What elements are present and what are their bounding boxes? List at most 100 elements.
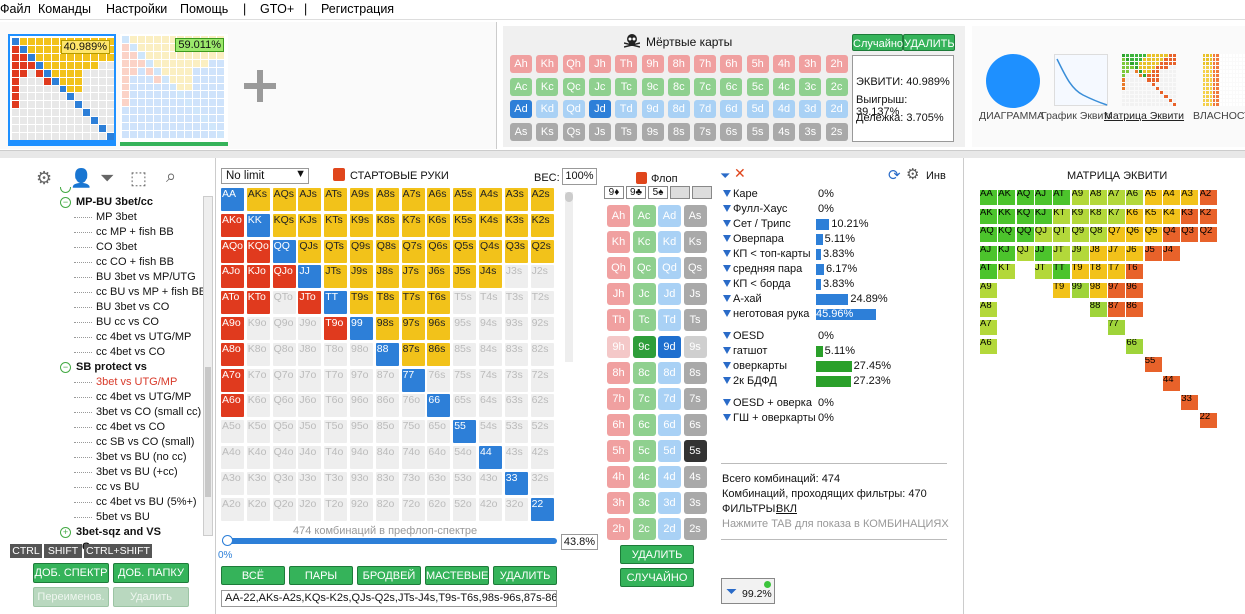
dead-card-5c[interactable]: 5c: [746, 77, 769, 96]
matrix-cell[interactable]: J9: [1071, 245, 1089, 261]
tree-item[interactable]: cc vs BU: [96, 481, 139, 493]
matrix-cell[interactable]: T9: [1053, 283, 1071, 298]
hand-cell-A7s[interactable]: A7s: [401, 188, 425, 211]
matrix-cell[interactable]: J8: [1089, 245, 1107, 261]
hand-cell-32s[interactable]: 32s: [530, 471, 554, 495]
hand-cell-Q2s[interactable]: Q2s: [530, 239, 554, 263]
flop-card-Ah[interactable]: Ah: [607, 205, 630, 227]
hand-cell-K6o[interactable]: K6o: [246, 394, 270, 418]
dead-card-Ts[interactable]: Ts: [615, 122, 638, 141]
hand-cell-ATs[interactable]: ATs: [324, 188, 348, 211]
hands-button-1[interactable]: ПАРЫ: [289, 566, 353, 585]
stat-filter-icon[interactable]: [723, 190, 731, 197]
hand-cell-42s[interactable]: 42s: [530, 446, 554, 469]
hand-cell-92o[interactable]: 92o: [350, 497, 373, 521]
hand-cell-KK[interactable]: KK: [246, 213, 270, 237]
tree-item[interactable]: cc CO + fish BB: [96, 256, 174, 268]
matrix-cell[interactable]: 98: [1089, 283, 1107, 298]
hand-cell-T7o[interactable]: T7o: [324, 368, 348, 392]
matrix-cell[interactable]: 86: [1126, 301, 1144, 317]
dead-card-6s[interactable]: 6s: [720, 122, 743, 141]
stat-label[interactable]: оверкарты: [733, 360, 787, 372]
matrix-cell[interactable]: AK: [998, 190, 1016, 205]
expand-icon[interactable]: −: [60, 362, 71, 373]
stat-label[interactable]: Каре: [733, 188, 758, 200]
flop-delete-button[interactable]: УДАЛИТЬ: [620, 545, 694, 564]
hand-cell-AA[interactable]: AA: [221, 188, 244, 211]
hand-cell-73s[interactable]: 73s: [504, 368, 528, 392]
dead-card-3c[interactable]: 3c: [799, 77, 822, 96]
rename-button[interactable]: Переименов.: [33, 587, 109, 607]
menu-item-5[interactable]: GTO+: [260, 2, 294, 16]
hand-cell-Q8o[interactable]: Q8o: [272, 342, 296, 366]
flop-card-7d[interactable]: 7d: [658, 387, 681, 410]
flop-card-3d[interactable]: 3d: [658, 492, 681, 515]
flop-card-2h[interactable]: 2h: [607, 518, 630, 541]
hand-cell-94o[interactable]: 94o: [350, 446, 373, 469]
dead-card-2h[interactable]: 2h: [825, 55, 848, 73]
hand-cell-T9o[interactable]: T9o: [324, 317, 348, 340]
hand-cell-52o[interactable]: 52o: [453, 497, 477, 521]
tree-item[interactable]: cc 4bet vs BU (5%+): [96, 496, 197, 508]
hand-cell-ATo[interactable]: ATo: [221, 291, 244, 315]
stat-filter-icon[interactable]: [723, 205, 731, 212]
hands-button-0[interactable]: ВСЁ: [221, 566, 285, 585]
hand-cell-Q2o[interactable]: Q2o: [272, 497, 296, 521]
equity-matrix-icon[interactable]: [1122, 54, 1176, 106]
matrix-cell[interactable]: J6: [1126, 245, 1144, 261]
matrix-cell[interactable]: 44: [1163, 376, 1180, 391]
hand-cell-A4o[interactable]: A4o: [221, 446, 244, 469]
flop-card-Jc[interactable]: Jc: [632, 283, 656, 306]
hand-cell-AKs[interactable]: AKs: [246, 188, 270, 211]
dead-card-Ac[interactable]: Ac: [510, 77, 532, 96]
flop-card-9c[interactable]: 9c: [632, 335, 656, 358]
flop-card-Kd[interactable]: Kd: [658, 231, 681, 254]
range-slider[interactable]: [222, 535, 557, 546]
matrix-cell[interactable]: A9: [980, 283, 997, 298]
filter-icon[interactable]: ⏷: [100, 168, 114, 189]
dead-card-8c[interactable]: 8c: [667, 77, 690, 96]
matrix-cell[interactable]: 66: [1126, 338, 1144, 354]
hand-cell-72s[interactable]: 72s: [530, 368, 554, 392]
hand-cell-82o[interactable]: 82o: [375, 497, 399, 521]
matrix-cell[interactable]: 33: [1181, 394, 1199, 410]
matrix-cell[interactable]: 99: [1071, 283, 1089, 298]
add-range-button[interactable]: ДОБ. СПЕКТР: [33, 563, 109, 583]
tree-item[interactable]: cc MP + fish BB: [96, 226, 174, 238]
stat-filter-icon[interactable]: [723, 362, 731, 369]
user-icon[interactable]: 👤: [70, 168, 92, 189]
hand-cell-87o[interactable]: 87o: [375, 368, 399, 392]
dead-card-7d[interactable]: 7d: [694, 100, 717, 118]
matrix-cell[interactable]: 77: [1108, 320, 1126, 336]
dead-card-8d[interactable]: 8d: [667, 100, 690, 118]
hand-cell-64s[interactable]: 64s: [479, 394, 502, 418]
stat-label[interactable]: Оверпара: [733, 233, 784, 245]
hand-cell-JTs[interactable]: JTs: [324, 265, 348, 289]
hand-cell-97s[interactable]: 97s: [401, 317, 425, 340]
matrix-cell[interactable]: K8: [1089, 208, 1107, 224]
flop-card-6c[interactable]: 6c: [632, 413, 656, 436]
hand-cell-75o[interactable]: 75o: [401, 420, 425, 444]
hand-cell-62s[interactable]: 62s: [530, 394, 554, 418]
dead-card-Ks[interactable]: Ks: [536, 122, 559, 141]
hand-cell-KTo[interactable]: KTo: [246, 291, 270, 315]
dead-random-button[interactable]: Случайно: [852, 34, 903, 51]
matrix-cell[interactable]: Q9: [1071, 227, 1089, 243]
flop-card-2d[interactable]: 2d: [658, 518, 681, 541]
hand-cell-63o[interactable]: 63o: [427, 471, 451, 495]
stat-filter-icon[interactable]: [723, 265, 731, 272]
matrix-cell[interactable]: K9: [1071, 208, 1089, 224]
hand-cell-A8s[interactable]: A8s: [375, 188, 399, 211]
hand-cell-82s[interactable]: 82s: [530, 342, 554, 366]
hand-cell-K4s[interactable]: K4s: [479, 213, 502, 237]
flop-random-button[interactable]: СЛУЧАЙНО: [620, 568, 694, 587]
hand-cell-A9s[interactable]: A9s: [350, 188, 373, 211]
hand-cell-Q8s[interactable]: Q8s: [375, 239, 399, 263]
hand-cell-43s[interactable]: 43s: [504, 446, 528, 469]
hand-cell-A2o[interactable]: A2o: [221, 497, 244, 521]
dead-card-8h[interactable]: 8h: [667, 55, 690, 73]
matrix-cell[interactable]: A9: [1071, 190, 1089, 205]
matrix-cell[interactable]: AJ: [1034, 190, 1052, 205]
hand-cell-K9s[interactable]: K9s: [350, 213, 373, 237]
hand-cell-T5o[interactable]: T5o: [324, 420, 348, 444]
